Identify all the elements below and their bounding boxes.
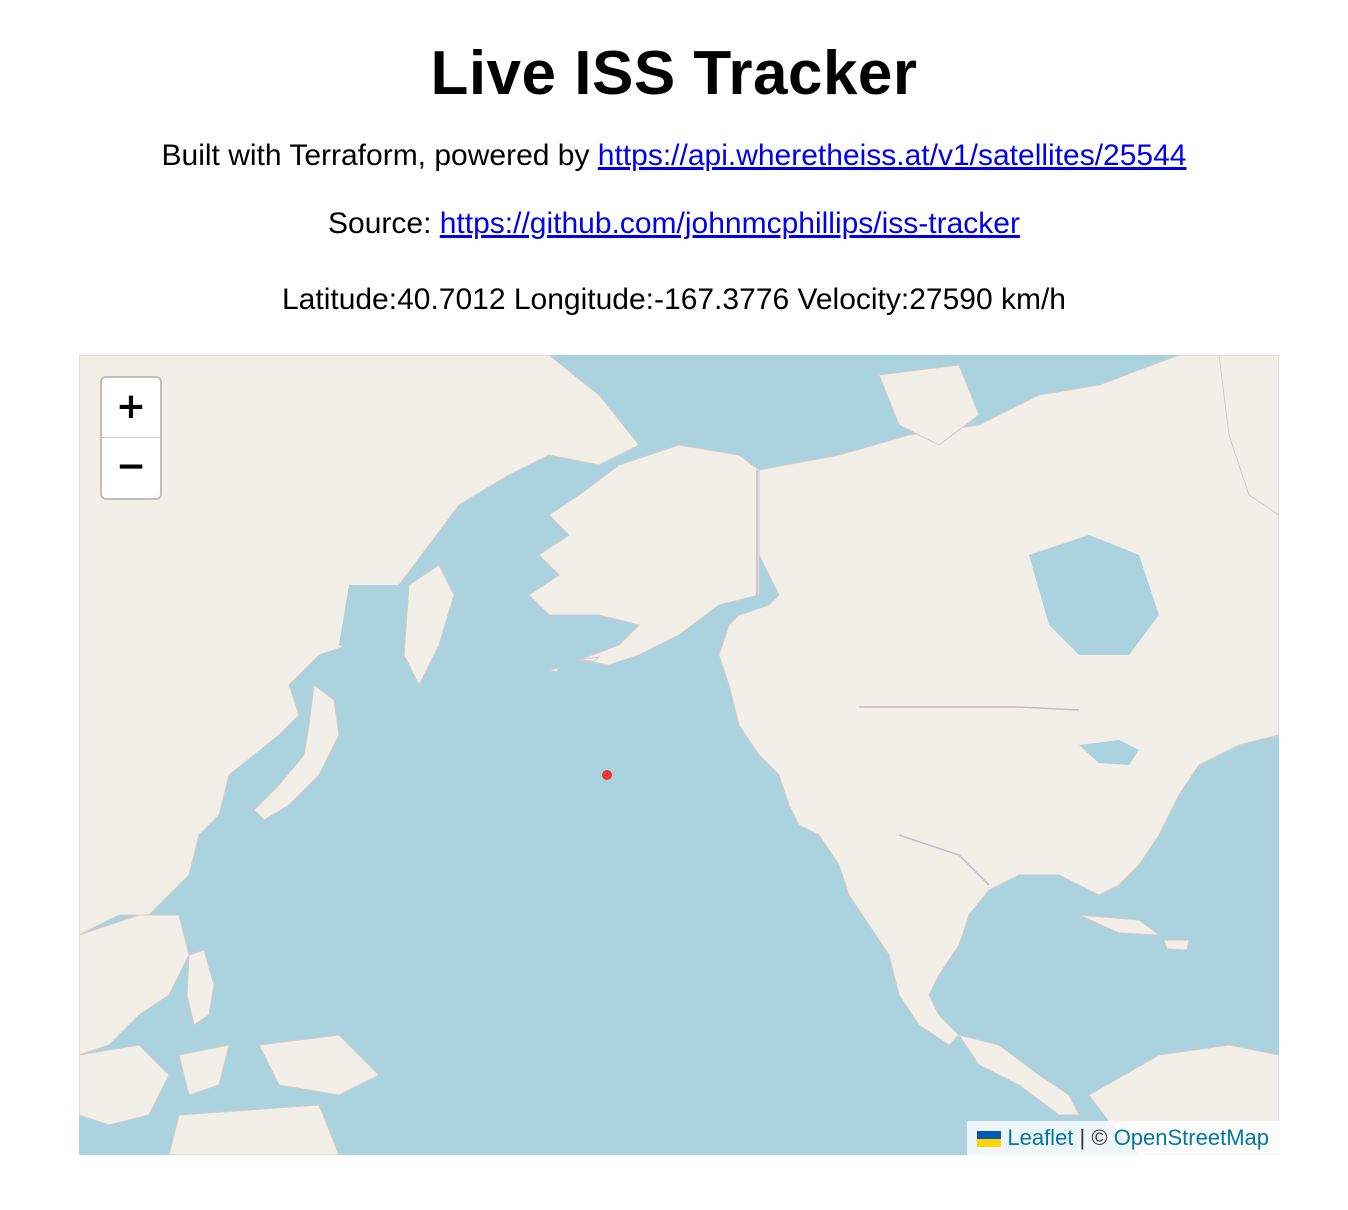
iss-position-marker[interactable] <box>602 770 612 780</box>
land-cuba <box>1078 914 1161 936</box>
land-new-guinea <box>258 1034 380 1096</box>
zoom-out-button[interactable]: − <box>102 438 160 498</box>
map-container[interactable]: + − Leaflet | © OpenStreetMap <box>79 355 1279 1155</box>
openstreetmap-link[interactable]: OpenStreetMap <box>1114 1125 1269 1150</box>
longitude-value: -167.3776 <box>654 283 790 316</box>
land-philippines <box>186 949 215 1026</box>
land-hispaniola <box>1163 939 1190 951</box>
telemetry-readout: Latitude:40.7012 Longitude:-167.3776 Vel… <box>0 282 1348 318</box>
latitude-value: 40.7012 <box>397 283 506 316</box>
land-aleutians <box>548 656 601 673</box>
ukraine-flag-icon <box>977 1131 1002 1147</box>
leaflet-link[interactable]: Leaflet <box>1007 1125 1073 1150</box>
map-attribution: Leaflet | © OpenStreetMap <box>967 1121 1279 1155</box>
source-link[interactable]: https://github.com/johnmcphillips/iss-tr… <box>440 207 1020 240</box>
api-link[interactable]: https://api.wheretheiss.at/v1/satellites… <box>598 139 1187 172</box>
attribution-separator: | © <box>1073 1125 1114 1150</box>
longitude-label: Longitude: <box>513 283 655 316</box>
zoom-control: + − <box>100 376 162 500</box>
source-line: Source: https://github.com/johnmcphillip… <box>0 206 1348 242</box>
built-with-line: Built with Terraform, powered by https:/… <box>0 138 1348 174</box>
land-australia <box>168 1104 340 1155</box>
water-gulf-of-mexico <box>979 900 1079 975</box>
velocity-label: Velocity: <box>797 283 910 316</box>
page-title: Live ISS Tracker <box>430 39 918 108</box>
water-sea-of-okhotsk <box>339 585 404 665</box>
land-alaska <box>528 444 760 666</box>
velocity-value: 27590 km/h <box>909 283 1066 316</box>
map-tiles[interactable] <box>79 355 1279 1155</box>
land-china-south <box>79 914 190 1056</box>
land-indonesia-east <box>178 1044 230 1096</box>
built-with-text: Built with Terraform, powered by <box>161 139 598 172</box>
source-label: Source: <box>328 207 440 240</box>
land-central-america <box>957 1034 1080 1116</box>
land-indonesia <box>79 1044 170 1126</box>
zoom-in-button[interactable]: + <box>102 378 160 438</box>
land-kamchatka <box>403 564 455 687</box>
latitude-label: Latitude: <box>281 283 398 316</box>
